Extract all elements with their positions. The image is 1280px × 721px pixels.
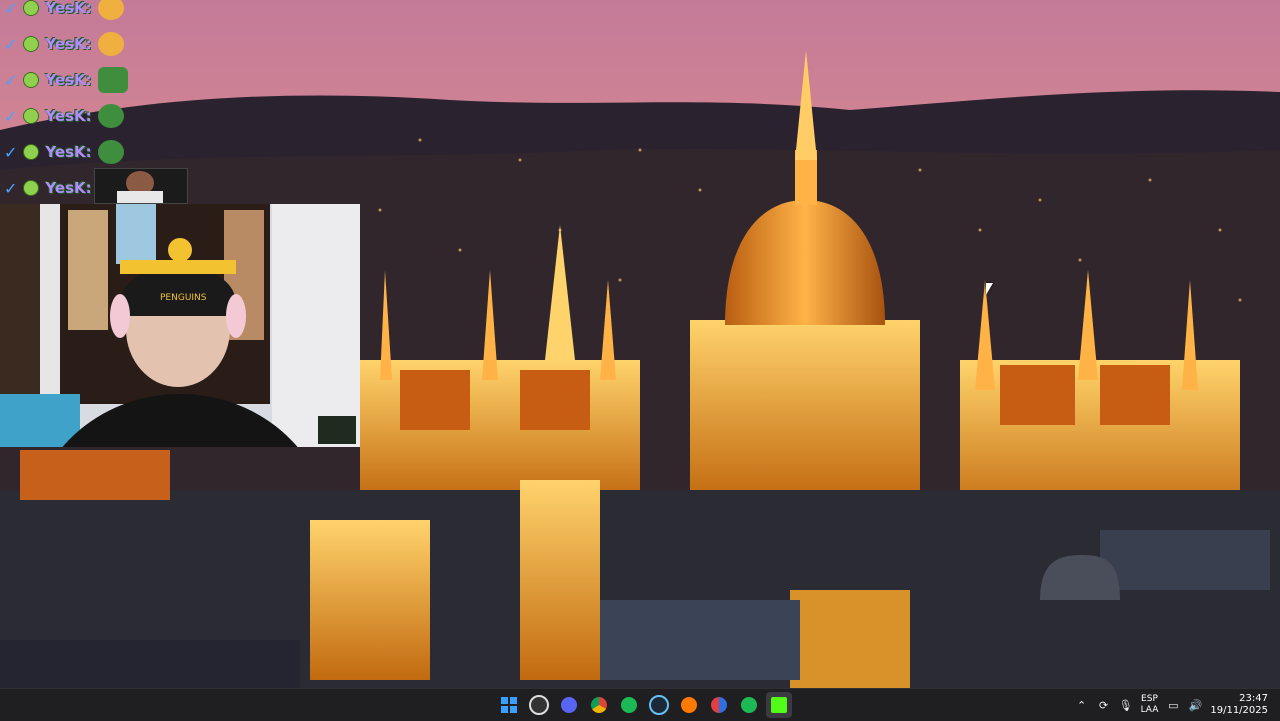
user-badge-icon [23, 180, 40, 196]
desktop-wallpaper: ✓ YesK: ✓ YesK: ✓ YesK: ✓ YesK: ✓ YesK: [0, 0, 1280, 688]
taskbar-discord-button[interactable] [556, 692, 582, 718]
chat-username: YesK: [45, 143, 92, 161]
chevron-up-icon[interactable]: ⌃ [1075, 698, 1089, 712]
user-badge-icon [23, 36, 40, 52]
steam-icon [649, 695, 669, 715]
start-button[interactable] [496, 692, 522, 718]
verified-icon: ✓ [4, 0, 18, 18]
webcam-feed: PENGUINS [0, 204, 360, 447]
language-code: ESP [1141, 694, 1158, 704]
webcam-overlay: PENGUINS [0, 204, 360, 447]
taskbar-spotify-button[interactable] [736, 692, 762, 718]
discord-icon [561, 697, 577, 713]
chat-message: ✓ YesK: [0, 62, 200, 98]
person-thumbnail-icon [95, 169, 187, 203]
chat-message: ✓ YesK: [0, 98, 200, 134]
pepe-emote-icon [97, 67, 128, 93]
chat-username: YesK: [45, 179, 92, 197]
mouse-cursor-icon [986, 283, 993, 295]
taskbar-apps [496, 689, 792, 721]
microphone-icon[interactable]: 🎙 [1119, 698, 1133, 712]
user-badge-icon [23, 0, 40, 16]
verified-icon: ✓ [4, 70, 18, 90]
kick-icon [771, 697, 787, 713]
system-tray: ⌃ ⟳ 🎙 ESP LAA ▭ 🔊 23:47 19/11/2025 [1075, 689, 1274, 721]
chat-message: ✓ YesK: [0, 0, 200, 26]
taskbar-app-button[interactable] [706, 692, 732, 718]
clip-thumbnail [94, 168, 188, 204]
chat-username: YesK: [45, 0, 92, 17]
emoji-emote-icon [97, 0, 124, 20]
taskbar-steam-button[interactable] [646, 692, 672, 718]
spotify-icon [621, 697, 637, 713]
orange-app-icon [681, 697, 697, 713]
keyboard-layout: LAA [1140, 705, 1159, 715]
verified-icon: ✓ [4, 142, 18, 162]
chat-message: ✓ YesK: [0, 26, 200, 62]
chat-username: YesK: [45, 35, 92, 53]
taskbar-chrome-button[interactable] [586, 692, 612, 718]
windows-logo-icon [501, 697, 517, 713]
taskbar-kick-button[interactable] [766, 692, 792, 718]
redblue-app-icon [711, 697, 727, 713]
windows-taskbar: ⌃ ⟳ 🎙 ESP LAA ▭ 🔊 23:47 19/11/2025 [0, 688, 1280, 721]
taskbar-app-button[interactable] [676, 692, 702, 718]
verified-icon: ✓ [4, 106, 18, 126]
beanie-logo-text: PENGUINS [160, 293, 207, 303]
display-icon[interactable]: ▭ [1166, 698, 1180, 712]
user-badge-icon [23, 72, 40, 88]
clock-date: 19/11/2025 [1210, 705, 1268, 716]
obs-icon [529, 695, 549, 715]
chrome-icon [591, 697, 607, 713]
emoji-emote-icon [97, 32, 124, 56]
taskbar-spotify-button[interactable] [616, 692, 642, 718]
pepe-emote-icon [97, 104, 124, 128]
chat-username: YesK: [45, 71, 92, 89]
user-badge-icon [23, 144, 40, 160]
chat-message: ✓ YesK: [0, 134, 200, 170]
user-badge-icon [23, 108, 40, 124]
language-indicator[interactable]: ESP LAA [1141, 694, 1159, 716]
taskbar-obs-button[interactable] [526, 692, 552, 718]
volume-icon[interactable]: 🔊 [1188, 698, 1203, 712]
clock[interactable]: 23:47 19/11/2025 [1210, 693, 1274, 717]
chat-username: YesK: [45, 107, 92, 125]
sync-icon[interactable]: ⟳ [1097, 698, 1111, 712]
spotify-icon [741, 697, 757, 713]
verified-icon: ✓ [4, 34, 18, 54]
clock-time: 23:47 [1239, 693, 1268, 704]
verified-icon: ✓ [4, 178, 18, 198]
pepe-emote-icon [97, 140, 124, 164]
